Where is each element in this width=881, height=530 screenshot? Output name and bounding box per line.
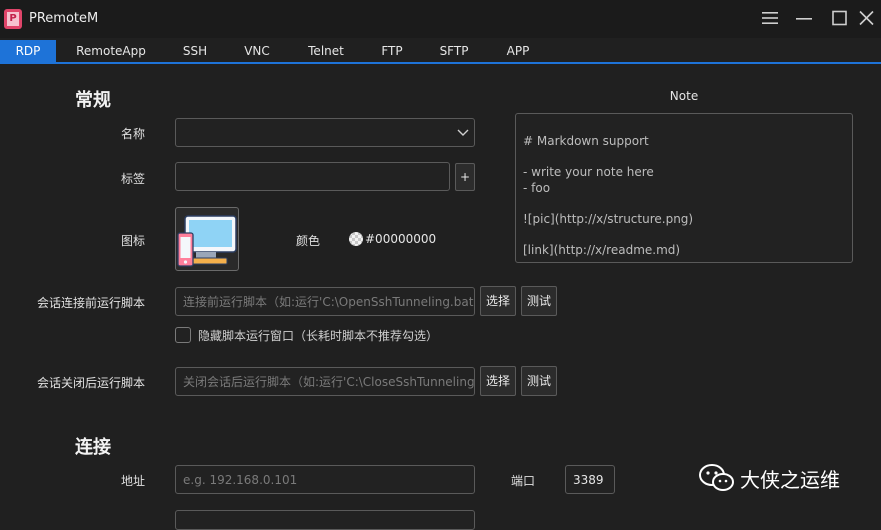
minimize-icon (796, 18, 812, 20)
maximize-icon (832, 10, 847, 26)
window-title: PRemoteM (29, 11, 99, 26)
tab-sftp[interactable]: SFTP (428, 40, 480, 62)
post-script-placeholder: 关闭会话后运行脚本（如:运行'C:\CloseSshTunneling (183, 375, 475, 389)
watermark-text: 大侠之运维 (740, 468, 840, 492)
note-line: - foo (523, 180, 551, 195)
color-value[interactable]: #00000000 (365, 232, 436, 246)
color-swatch[interactable] (349, 232, 363, 246)
next-field-partial[interactable] (175, 510, 475, 530)
note-line: ![pic](http://x/structure.png) (523, 211, 694, 226)
hide-script-window-checkbox[interactable] (175, 327, 191, 343)
post-script-select-button[interactable]: 选择 (480, 366, 516, 396)
section-title-connection: 连接 (75, 437, 111, 458)
menu-button[interactable] (759, 8, 781, 30)
address-label: 地址 (120, 474, 145, 488)
pre-script-input[interactable]: 连接前运行脚本（如:运行'C:\OpenSshTunneling.bat (175, 287, 475, 316)
pre-script-placeholder: 连接前运行脚本（如:运行'C:\OpenSshTunneling.bat (183, 295, 474, 309)
post-script-label: 会话关闭后运行脚本 (36, 376, 145, 390)
computer-icon (177, 215, 237, 267)
wechat-icon (699, 464, 734, 491)
note-line (523, 150, 845, 166)
note-line: # Markdown support (523, 134, 649, 148)
icon-label: 图标 (120, 234, 145, 248)
post-script-input[interactable]: 关闭会话后运行脚本（如:运行'C:\CloseSshTunneling (175, 367, 475, 396)
note-line (523, 227, 845, 243)
tab-vnc[interactable]: VNC (232, 40, 282, 62)
port-input[interactable]: 3389 (565, 465, 615, 494)
note-line (523, 196, 845, 212)
pre-script-test-button[interactable]: 测试 (521, 286, 557, 316)
name-select[interactable] (175, 118, 475, 147)
color-label: 颜色 (295, 234, 320, 248)
port-label: 端口 (510, 474, 535, 488)
app-logo-icon: P (4, 9, 22, 29)
tab-app[interactable]: APP (494, 40, 542, 62)
address-input[interactable]: e.g. 192.168.0.101 (175, 465, 475, 494)
post-script-test-button[interactable]: 测试 (521, 366, 557, 396)
tag-label: 标签 (120, 172, 145, 186)
tag-input[interactable] (175, 162, 450, 191)
app-logo-letter: P (7, 12, 19, 26)
maximize-button[interactable] (829, 8, 851, 30)
tab-telnet[interactable]: Telnet (298, 40, 354, 62)
note-line: - write your note here (523, 165, 654, 179)
address-placeholder: e.g. 192.168.0.101 (183, 473, 298, 487)
pre-script-select-button[interactable]: 选择 (480, 286, 516, 316)
chevron-down-icon (457, 129, 469, 136)
session-icon-preview[interactable] (175, 207, 239, 271)
tab-ssh[interactable]: SSH (170, 40, 220, 62)
tab-rdp[interactable]: RDP (0, 40, 56, 62)
minimize-button[interactable] (793, 8, 815, 30)
note-title: Note (669, 89, 699, 103)
hamburger-icon (762, 12, 778, 24)
note-line: [link](http://x/readme.md) (523, 242, 681, 257)
hide-script-window-label: 隐藏脚本运行窗口（长耗时脚本不推荐勾选） (198, 329, 439, 343)
add-tag-button[interactable]: + (455, 163, 475, 191)
section-title-general: 常规 (75, 90, 111, 111)
note-editor[interactable]: # Markdown support - write your note her… (515, 113, 853, 263)
tab-ftp[interactable]: FTP (368, 40, 416, 62)
tab-remoteapp[interactable]: RemoteApp (66, 40, 156, 62)
protocol-tabs: RDP RemoteApp SSH VNC Telnet FTP SFTP AP… (0, 40, 881, 64)
title-bar: P PRemoteM (0, 0, 881, 38)
close-button[interactable] (856, 8, 878, 30)
close-icon (859, 10, 874, 26)
name-label: 名称 (120, 127, 145, 141)
pre-script-label: 会话连接前运行脚本 (36, 296, 145, 310)
